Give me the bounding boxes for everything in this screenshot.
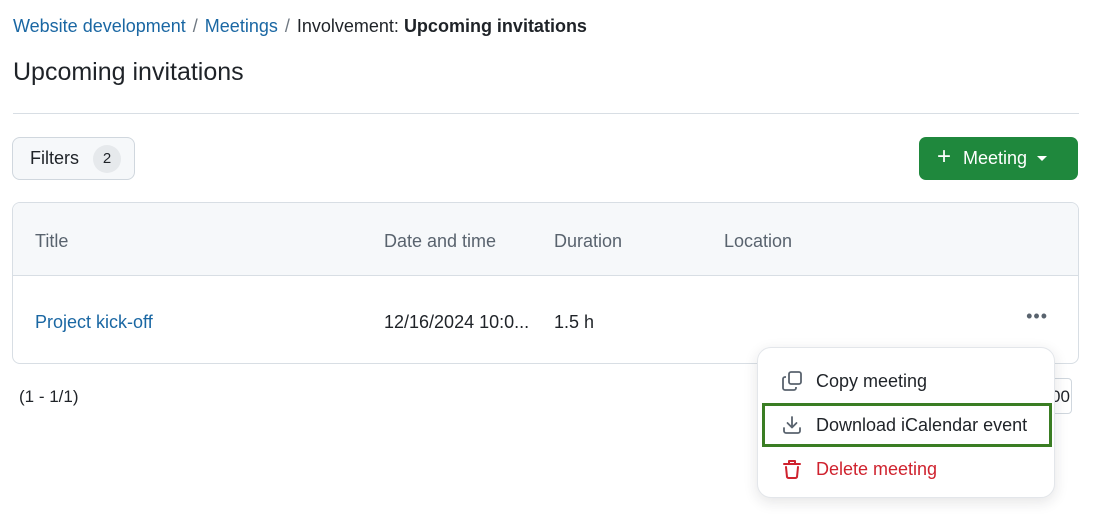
column-header-date-time[interactable]: Date and time bbox=[384, 231, 496, 252]
download-icon bbox=[780, 413, 804, 437]
breadcrumb-separator: / bbox=[192, 16, 198, 36]
filters-count-badge: 2 bbox=[93, 144, 121, 173]
breadcrumb-separator: / bbox=[284, 16, 290, 36]
caret-down-icon bbox=[1037, 156, 1048, 161]
filters-label: Filters bbox=[30, 148, 79, 168]
more-actions-icon[interactable]: ••• bbox=[1026, 306, 1048, 327]
breadcrumb-link-meetings[interactable]: Meetings bbox=[205, 16, 278, 36]
column-header-duration[interactable]: Duration bbox=[554, 231, 622, 252]
table-header: Title Date and time Duration Location bbox=[13, 203, 1078, 276]
row-actions-menu: Copy meeting Download iCalendar event De… bbox=[757, 347, 1055, 498]
menu-item-delete-meeting[interactable]: Delete meeting bbox=[762, 447, 1052, 491]
page-title: Upcoming invitations bbox=[13, 58, 244, 86]
menu-item-label: Delete meeting bbox=[816, 458, 938, 479]
menu-item-copy-meeting[interactable]: Copy meeting bbox=[762, 359, 1052, 403]
cell-date-time: 12/16/2024 10:0... bbox=[384, 312, 530, 332]
column-header-location[interactable]: Location bbox=[724, 231, 792, 252]
menu-item-download-icalendar[interactable]: Download iCalendar event bbox=[762, 403, 1052, 447]
add-meeting-label: Meeting bbox=[963, 148, 1028, 168]
trash-icon bbox=[780, 457, 804, 481]
plus-icon: + bbox=[937, 143, 952, 170]
add-meeting-button[interactable]: + Meeting bbox=[919, 137, 1078, 180]
breadcrumb-link-project[interactable]: Website development bbox=[13, 16, 186, 36]
menu-item-label: Download iCalendar event bbox=[816, 414, 1028, 435]
column-header-title[interactable]: Title bbox=[35, 231, 68, 252]
pagination-range: (1 - 1/1) bbox=[19, 387, 79, 406]
cell-duration: 1.5 h bbox=[554, 312, 595, 332]
breadcrumb-current: Upcoming invitations bbox=[403, 16, 587, 36]
meetings-table: Title Date and time Duration Location Pr… bbox=[12, 202, 1079, 364]
meeting-title-link[interactable]: Project kick-off bbox=[35, 312, 153, 332]
breadcrumb: Website development / Meetings / Involvement… bbox=[13, 16, 587, 37]
menu-item-label: Copy meeting bbox=[816, 370, 928, 391]
filters-button[interactable]: Filters 2 bbox=[12, 137, 135, 180]
breadcrumb-current-prefix: Involvement: bbox=[296, 16, 399, 36]
cell-title: Project kick-off bbox=[35, 312, 153, 333]
copy-icon bbox=[780, 369, 804, 393]
divider bbox=[13, 113, 1079, 114]
